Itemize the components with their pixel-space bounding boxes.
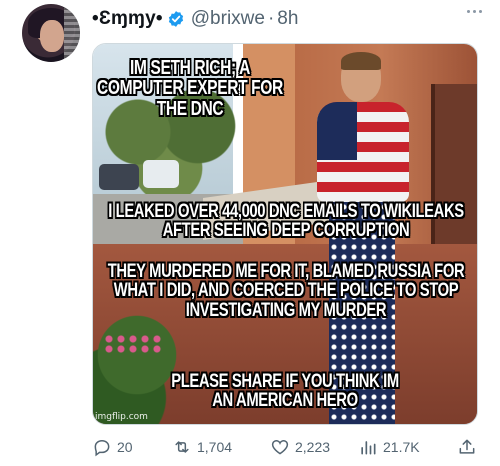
avatar[interactable] xyxy=(22,4,80,62)
views-icon xyxy=(361,441,376,455)
tweet-image[interactable]: IM SETH RICH; A COMPUTER EXPERT FOR THE … xyxy=(92,43,478,425)
views-button[interactable]: 21.7K xyxy=(358,437,420,457)
reply-button[interactable]: 20 xyxy=(92,437,133,457)
heart-icon xyxy=(271,440,289,455)
retweet-button[interactable]: 1,704 xyxy=(172,437,232,457)
verified-badge-icon xyxy=(168,11,183,27)
meme-caption-top: IM SETH RICH; A COMPUTER EXPERT FOR THE … xyxy=(97,57,283,120)
watermark: imgflip.com xyxy=(95,412,148,422)
separator: · xyxy=(267,8,275,29)
avatar-face xyxy=(40,20,64,52)
like-count: 2,223 xyxy=(295,439,331,455)
share-button[interactable] xyxy=(457,437,477,457)
user-handle[interactable]: @brixwe xyxy=(191,8,265,30)
reply-count: 20 xyxy=(117,439,133,455)
timestamp[interactable]: 8h xyxy=(277,8,298,30)
retweet-count: 1,704 xyxy=(197,439,233,455)
display-name[interactable]: •Ɛɱɱy• xyxy=(92,8,163,30)
view-count: 21.7K xyxy=(383,439,420,455)
tweet-actions: 20 1,704 2,223 21.7K xyxy=(92,432,482,462)
like-button[interactable]: 2,223 xyxy=(270,437,330,457)
share-icon xyxy=(459,439,475,454)
meme-caption-bottom: PLEASE SHARE IF YOU THINK IM AN AMERICAN… xyxy=(171,371,399,412)
meme-caption-middle: I LEAKED OVER 44,000 DNC EMAILS TO WIKIL… xyxy=(108,201,464,242)
retweet-icon xyxy=(175,441,189,453)
more-options-icon[interactable] xyxy=(467,10,482,13)
reply-icon xyxy=(94,439,110,457)
meme-caption-lower: THEY MURDERED ME FOR IT, BLAMED RUSSIA F… xyxy=(107,261,465,321)
tweet-header: •Ɛɱɱy• @brixwe · 8h xyxy=(92,6,298,32)
avatar-background xyxy=(64,4,80,62)
